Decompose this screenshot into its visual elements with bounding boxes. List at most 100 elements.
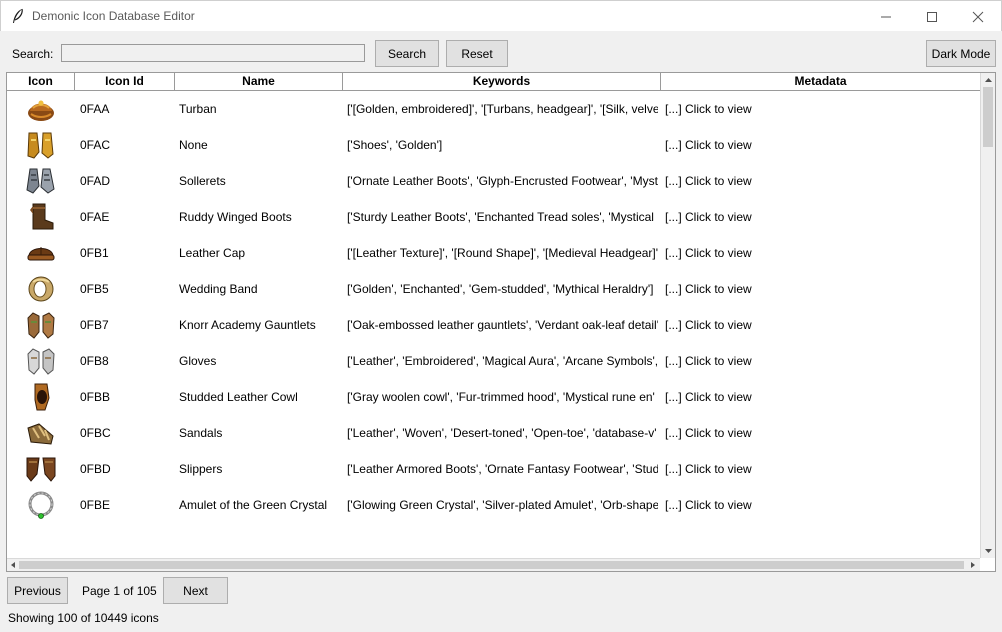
search-input[interactable]	[61, 44, 365, 62]
dark-mode-button[interactable]: Dark Mode	[926, 40, 996, 67]
metadata-link[interactable]: [...] Click to view	[665, 235, 965, 271]
vertical-scroll-thumb[interactable]	[983, 87, 993, 147]
table-row[interactable]: 0FB8 Gloves ['Leather', 'Embroidered', '…	[7, 343, 980, 379]
keywords-cell: ['Oak-embossed leather gauntlets', 'Verd…	[347, 318, 658, 332]
maximize-icon	[927, 12, 937, 22]
minimize-icon	[881, 16, 891, 18]
search-button[interactable]: Search	[375, 40, 439, 67]
name-cell: Sollerets	[179, 174, 226, 188]
table-row[interactable]: 0FB1 Leather Cap ['[Leather Texture]', '…	[7, 235, 980, 271]
next-page-button[interactable]: Next	[163, 577, 228, 604]
icon-id-cell: 0FB5	[80, 282, 109, 296]
horizontal-scroll-thumb[interactable]	[19, 561, 964, 569]
maximize-button[interactable]	[909, 1, 955, 32]
table-row[interactable]: 0FAE Ruddy Winged Boots ['Sturdy Leather…	[7, 199, 980, 235]
column-header-name[interactable]: Name	[175, 73, 343, 91]
keywords-cell: ['Leather', 'Woven', 'Desert-toned', 'Op…	[347, 426, 657, 440]
icon-table: Icon Icon Id Name Keywords Metadata 0FAA…	[6, 72, 996, 572]
icon-id-cell: 0FAD	[80, 174, 111, 188]
keywords-cell: ['Glowing Green Crystal', 'Silver-plated…	[347, 498, 658, 512]
metadata-link[interactable]: [...] Click to view	[665, 163, 965, 199]
turban-icon	[28, 100, 54, 121]
close-icon	[972, 11, 984, 23]
search-label: Search:	[12, 47, 54, 61]
close-button[interactable]	[955, 1, 1001, 32]
icon-cell	[7, 91, 75, 127]
table-row[interactable]: 0FBD Slippers ['Leather Armored Boots', …	[7, 451, 980, 487]
table-row[interactable]: 0FAD Sollerets ['Ornate Leather Boots', …	[7, 163, 980, 199]
column-header-icon[interactable]: Icon	[7, 73, 75, 91]
sandals-icon	[27, 423, 54, 445]
table-row[interactable]: 0FBC Sandals ['Leather', 'Woven', 'Deser…	[7, 415, 980, 451]
metadata-link[interactable]: [...] Click to view	[665, 343, 965, 379]
keywords-cell: ['Gray woolen cowl', 'Fur-trimmed hood',…	[347, 390, 655, 404]
column-header-metadata[interactable]: Metadata	[661, 73, 980, 91]
slippers-icon	[26, 457, 56, 482]
ring-icon	[28, 276, 54, 302]
name-cell: Knorr Academy Gauntlets	[179, 318, 316, 332]
metadata-link[interactable]: [...] Click to view	[665, 415, 965, 451]
icon-id-cell: 0FBC	[80, 426, 111, 440]
scroll-right-icon[interactable]	[967, 559, 979, 571]
vertical-scrollbar[interactable]	[980, 73, 995, 558]
horizontal-scrollbar[interactable]	[7, 558, 980, 571]
status-text: Showing 100 of 10449 icons	[8, 611, 159, 625]
column-header-icon-id[interactable]: Icon Id	[75, 73, 175, 91]
name-cell: Turban	[179, 102, 217, 116]
icon-cell	[7, 199, 75, 235]
reset-button[interactable]: Reset	[446, 40, 508, 67]
metadata-link[interactable]: [...] Click to view	[665, 91, 965, 127]
icon-cell	[7, 127, 75, 163]
table-row[interactable]: 0FBB Studded Leather Cowl ['Gray woolen …	[7, 379, 980, 415]
table-body: 0FAA Turban ['[Golden, embroidered]', '[…	[7, 91, 980, 558]
keywords-cell: ['Golden', 'Enchanted', 'Gem-studded', '…	[347, 282, 654, 296]
metadata-link[interactable]: [...] Click to view	[665, 451, 965, 487]
metadata-link[interactable]: [...] Click to view	[665, 127, 965, 163]
icon-id-cell: 0FBE	[80, 498, 111, 512]
keywords-cell: ['Sturdy Leather Boots', 'Enchanted Trea…	[347, 210, 658, 224]
icon-id-cell: 0FAC	[80, 138, 111, 152]
name-cell: Ruddy Winged Boots	[179, 210, 292, 224]
scroll-up-icon[interactable]	[981, 73, 996, 87]
golden-shoes-icon	[27, 132, 54, 159]
icon-id-cell: 0FBD	[80, 462, 111, 476]
icon-cell	[7, 271, 75, 307]
name-cell: None	[179, 138, 208, 152]
previous-page-button[interactable]: Previous	[7, 577, 68, 604]
icon-cell	[7, 307, 75, 343]
keywords-cell: ['Ornate Leather Boots', 'Glyph-Encruste…	[347, 174, 658, 188]
table-row[interactable]: 0FBE Amulet of the Green Crystal ['Glowi…	[7, 487, 980, 523]
metadata-link[interactable]: [...] Click to view	[665, 199, 965, 235]
scroll-down-icon[interactable]	[981, 544, 996, 558]
icon-id-cell: 0FBB	[80, 390, 111, 404]
icon-cell	[7, 487, 75, 523]
icon-id-cell: 0FAA	[80, 102, 110, 116]
page-indicator: Page 1 of 105	[82, 584, 157, 598]
keywords-cell: ['[Golden, embroidered]', '[Turbans, hea…	[347, 102, 658, 116]
boots-icon	[30, 203, 54, 230]
icon-cell	[7, 235, 75, 271]
icon-cell	[7, 415, 75, 451]
metadata-link[interactable]: [...] Click to view	[665, 487, 965, 523]
table-row[interactable]: 0FB5 Wedding Band ['Golden', 'Enchanted'…	[7, 271, 980, 307]
icon-id-cell: 0FAE	[80, 210, 110, 224]
table-row[interactable]: 0FAA Turban ['[Golden, embroidered]', '[…	[7, 91, 980, 127]
metadata-link[interactable]: [...] Click to view	[665, 271, 965, 307]
leather-cap-icon	[27, 247, 55, 261]
icon-cell	[7, 163, 75, 199]
cowl-icon	[34, 383, 50, 411]
table-header: Icon Icon Id Name Keywords Metadata	[7, 73, 980, 91]
window-title: Demonic Icon Database Editor	[32, 9, 195, 23]
icon-cell	[7, 451, 75, 487]
keywords-cell: ['Leather Armored Boots', 'Ornate Fantas…	[347, 462, 658, 476]
metadata-link[interactable]: [...] Click to view	[665, 379, 965, 415]
table-row[interactable]: 0FAC None ['Shoes', 'Golden'] [...] Clic…	[7, 127, 980, 163]
icon-cell	[7, 379, 75, 415]
gloves-icon	[27, 348, 55, 375]
minimize-button[interactable]	[863, 1, 909, 32]
name-cell: Sandals	[179, 426, 223, 440]
scroll-left-icon[interactable]	[7, 559, 19, 571]
metadata-link[interactable]: [...] Click to view	[665, 307, 965, 343]
column-header-keywords[interactable]: Keywords	[343, 73, 661, 91]
table-row[interactable]: 0FB7 Knorr Academy Gauntlets ['Oak-embos…	[7, 307, 980, 343]
